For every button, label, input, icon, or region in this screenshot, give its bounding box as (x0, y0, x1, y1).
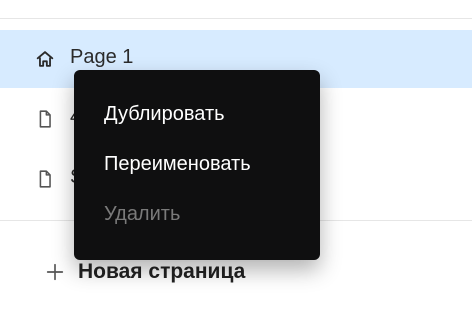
menu-item-rename[interactable]: Переименовать (104, 147, 251, 181)
menu-item-label: Переименовать (104, 152, 251, 175)
top-divider (0, 18, 472, 19)
home-icon (36, 51, 54, 67)
page-row-label: Page 1 (70, 46, 134, 68)
new-page-label: Новая страница (78, 260, 246, 283)
app-root: Page 1 4 S Новая страница Дублировать (0, 0, 472, 334)
menu-item-label: Удалить (104, 202, 181, 225)
plus-icon (46, 263, 64, 281)
menu-item-label: Дублировать (104, 102, 225, 125)
menu-item-duplicate[interactable]: Дублировать (104, 97, 225, 131)
menu-item-delete: Удалить (104, 197, 180, 231)
context-menu: Дублировать Переименовать Удалить (74, 70, 320, 260)
page-icon (39, 110, 51, 128)
page-icon (39, 170, 51, 188)
